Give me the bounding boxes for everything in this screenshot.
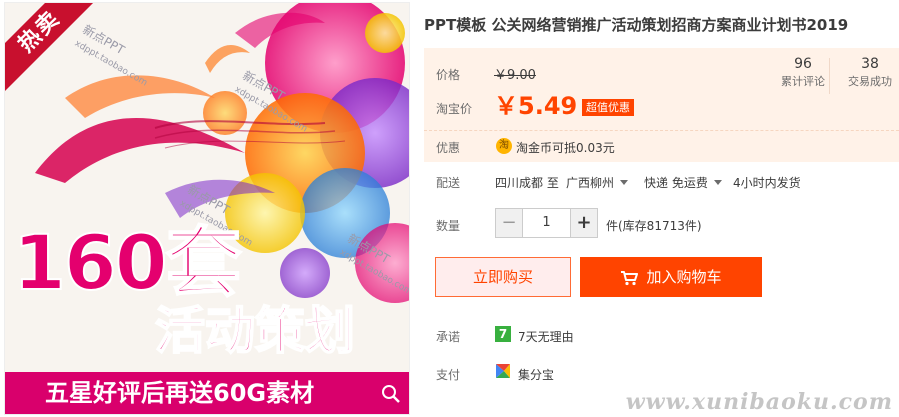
quantity-input[interactable]: 1	[522, 209, 571, 237]
dispatch-time: 4小时内发货	[733, 176, 801, 190]
shipping-from: 四川成都 至	[495, 176, 559, 190]
shipping-method-select[interactable]: 快递 免运费	[644, 174, 726, 191]
sales-count-number: 38	[861, 56, 879, 72]
hot-sale-badge: 热卖	[5, 3, 95, 93]
promise-label: 承诺	[436, 330, 461, 344]
original-price: ￥9.00	[494, 68, 536, 83]
add-to-cart-label: 加入购物车	[646, 268, 722, 286]
review-count[interactable]: 96 累计评论	[768, 54, 838, 90]
promo-big-number: 160套	[12, 218, 243, 307]
stock-info: 件(库存81713件)	[606, 219, 702, 233]
seven-day-return-icon: 7	[495, 326, 511, 342]
site-watermark: www.xunibaoku.com	[625, 389, 893, 415]
shopping-cart-icon	[621, 270, 639, 285]
shipping-destination-label: 广西柳州	[566, 176, 615, 190]
promise-text[interactable]: 7天无理由	[518, 328, 574, 345]
chevron-down-icon	[713, 180, 722, 185]
promo-row: 优惠 淘 淘金币可抵0.03元	[424, 130, 899, 162]
sale-badge: 超值优惠	[582, 99, 634, 116]
payment-label: 支付	[436, 368, 461, 382]
jifenbao-icon	[496, 364, 510, 378]
promo-text: 淘金币可抵0.03元	[516, 141, 615, 155]
payment-text: 集分宝	[518, 368, 555, 382]
price-panel: 价格 ￥9.00 淘宝价 ￥5.49 超值优惠 96 累计评论 38 交易成功	[424, 48, 899, 130]
shipping-method-label: 快递 免运费	[644, 176, 708, 190]
quantity-label: 数量	[436, 219, 461, 233]
quantity-increase-button[interactable]: +	[571, 209, 597, 237]
sales-count[interactable]: 38 交易成功	[835, 54, 899, 90]
chevron-down-icon	[620, 180, 629, 185]
buy-now-button[interactable]: 立即购买	[435, 257, 571, 297]
promo-label: 优惠	[436, 141, 461, 155]
add-to-cart-button[interactable]: 加入购物车	[580, 257, 762, 297]
buy-now-label: 立即购买	[472, 268, 533, 286]
review-count-number: 96	[794, 56, 812, 72]
taobao-price-label: 淘宝价	[436, 102, 473, 116]
promo-subtitle: 活动策划	[154, 301, 356, 361]
product-title: PPT模板 公关网络营销推广活动策划招商方案商业计划书2019	[424, 16, 849, 34]
promo-banner: 五星好评后再送60G素材	[5, 372, 409, 414]
price-label: 价格	[436, 68, 461, 82]
sale-price: ￥5.49	[494, 92, 578, 120]
review-count-caption: 累计评论	[781, 75, 825, 88]
quantity-stepper: − 1 +	[495, 208, 598, 238]
sales-count-caption: 交易成功	[848, 75, 892, 88]
shipping-label: 配送	[436, 176, 461, 190]
hot-sale-label: 热卖	[5, 3, 95, 93]
stat-divider	[829, 58, 830, 94]
quantity-decrease-button[interactable]: −	[496, 209, 522, 237]
search-icon[interactable]	[381, 384, 401, 404]
product-image[interactable]: 新点PPT xdppt.taobao.com 新点PPT xdppt.taobao.…	[4, 2, 410, 415]
taobao-coin-icon: 淘	[496, 138, 512, 154]
shipping-destination-select[interactable]: 广西柳州	[566, 174, 632, 191]
